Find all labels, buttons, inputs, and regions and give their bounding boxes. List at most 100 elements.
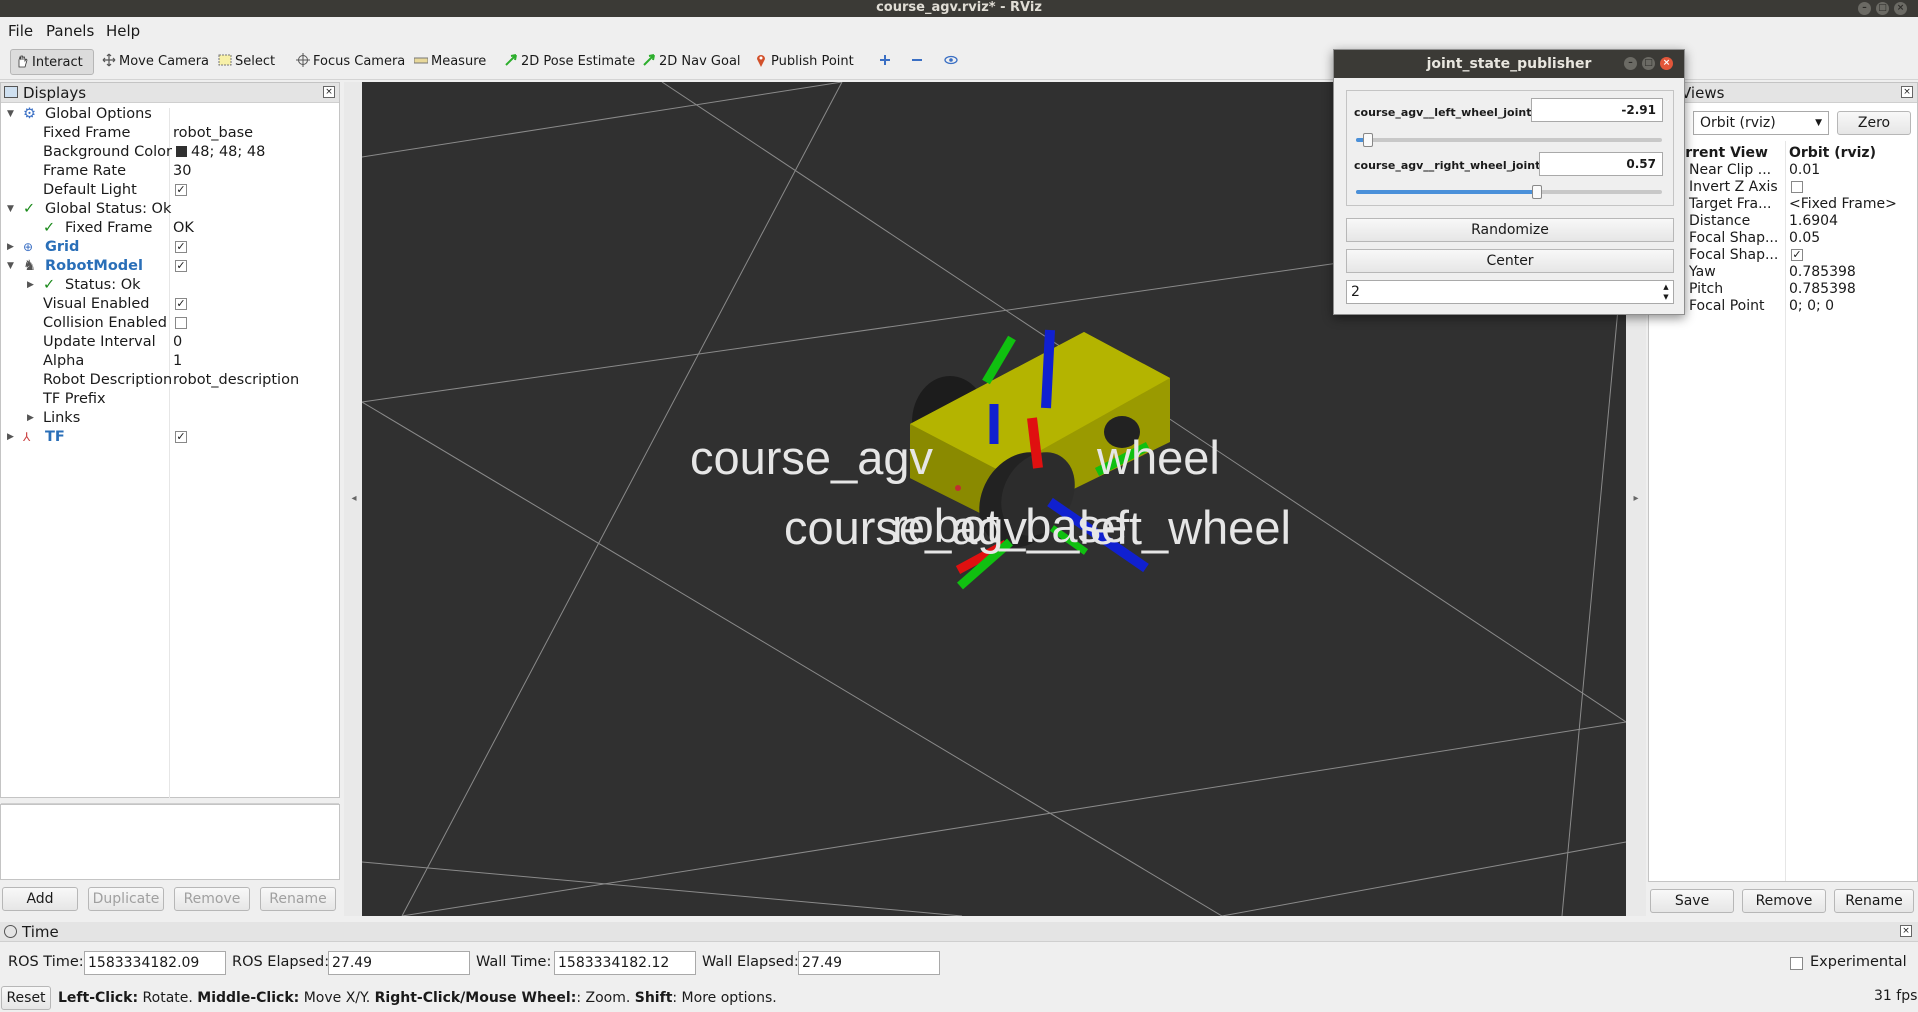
publish-point-tool-button[interactable]: Publish Point: [750, 49, 858, 75]
tree-row-visual-enabled[interactable]: Visual Enabled ✓: [1, 295, 339, 314]
remove-tool-button[interactable]: [906, 49, 931, 75]
checkbox-checked[interactable]: ✓: [175, 431, 187, 443]
duplicate-display-button[interactable]: Duplicate: [88, 887, 164, 911]
tree-value[interactable]: robot_base: [173, 124, 253, 143]
left-wheel-slider[interactable]: [1356, 133, 1662, 147]
plus-icon: [880, 55, 890, 65]
close-icon[interactable]: ×: [1894, 2, 1907, 15]
checkbox-checked[interactable]: ✓: [175, 298, 187, 310]
select-tool-button[interactable]: Select: [214, 49, 279, 75]
rename-display-button[interactable]: Rename: [260, 887, 336, 911]
expand-arrow-icon[interactable]: ▼: [7, 257, 14, 276]
color-value[interactable]: 48; 48; 48: [176, 143, 265, 162]
tree-row-update-interval[interactable]: Update Interval 0: [1, 333, 339, 352]
tree-row-robotmodel[interactable]: ▼ ♞ RobotModel ✓: [1, 257, 339, 276]
view-prop-value[interactable]: 0.01: [1789, 162, 1820, 179]
menu-panels[interactable]: Panels: [46, 22, 94, 40]
tree-row-tf-prefix[interactable]: TF Prefix: [1, 390, 339, 409]
menu-help[interactable]: Help: [106, 22, 140, 40]
view-prop-value[interactable]: 0.785398: [1789, 281, 1856, 298]
slider-handle[interactable]: [1363, 133, 1373, 147]
right-wheel-joint-value[interactable]: 0.57: [1539, 152, 1663, 176]
tree-row-frame-rate[interactable]: Frame Rate 30: [1, 162, 339, 181]
nav-goal-tool-button[interactable]: 2D Nav Goal: [638, 49, 745, 75]
left-wheel-joint-value[interactable]: -2.91: [1531, 98, 1663, 122]
collapse-left-handle[interactable]: ◂: [344, 82, 364, 916]
view-prop-value[interactable]: 0.05: [1789, 230, 1820, 247]
expand-arrow-icon[interactable]: ▶: [27, 409, 34, 428]
zero-button[interactable]: Zero: [1837, 111, 1911, 135]
save-view-button[interactable]: Save: [1650, 889, 1734, 913]
tree-row-global-options[interactable]: ▼ ⚙ Global Options: [1, 105, 339, 124]
monitor-icon: [4, 86, 18, 98]
ros-elapsed-field[interactable]: 27.49: [328, 951, 470, 975]
tree-value[interactable]: 0: [173, 333, 182, 352]
tree-row-collision-enabled[interactable]: Collision Enabled: [1, 314, 339, 333]
wall-time-field[interactable]: 1583334182.12: [554, 951, 696, 975]
remove-view-button[interactable]: Remove: [1742, 889, 1826, 913]
ros-time-field[interactable]: 1583334182.09: [84, 951, 226, 975]
spin-box[interactable]: 2 ▲ ▼: [1346, 280, 1674, 304]
tree-row-background-color[interactable]: Background Color 48; 48; 48: [1, 143, 339, 162]
focus-camera-tool-button[interactable]: Focus Camera: [292, 49, 409, 75]
tool-properties-button[interactable]: [940, 49, 965, 75]
expand-arrow-icon[interactable]: ▶: [27, 276, 34, 295]
tree-row-tf[interactable]: ▶ ⅄ TF ✓: [1, 428, 339, 447]
right-wheel-slider[interactable]: [1356, 185, 1662, 199]
expand-arrow-icon[interactable]: ▼: [7, 200, 14, 219]
experimental-checkbox[interactable]: [1790, 957, 1803, 970]
move-camera-tool-button[interactable]: Move Camera: [98, 49, 213, 75]
tree-row-fixed-frame-status[interactable]: ✓ Fixed Frame OK: [1, 219, 339, 238]
maximize-icon[interactable]: □: [1642, 57, 1655, 70]
tree-row-status[interactable]: ▶ ✓ Status: Ok: [1, 276, 339, 295]
wall-elapsed-field[interactable]: 27.49: [798, 951, 940, 975]
add-tool-button[interactable]: [874, 49, 899, 75]
checkbox-checked[interactable]: ✓: [1791, 249, 1803, 261]
tree-row-default-light[interactable]: Default Light ✓: [1, 181, 339, 200]
tree-value[interactable]: robot_description: [173, 371, 299, 390]
maximize-icon[interactable]: □: [1876, 2, 1889, 15]
expand-arrow-icon[interactable]: ▶: [7, 238, 14, 257]
minimize-icon[interactable]: –: [1624, 57, 1637, 70]
slider-handle[interactable]: [1532, 185, 1542, 199]
rename-view-button[interactable]: Rename: [1834, 889, 1914, 913]
tree-row-robot-description[interactable]: Robot Description robot_description: [1, 371, 339, 390]
checkbox-unchecked[interactable]: [175, 317, 187, 329]
tree-row-alpha[interactable]: Alpha 1: [1, 352, 339, 371]
tree-row-grid[interactable]: ▶ ⊕ Grid ✓: [1, 238, 339, 257]
view-type-dropdown[interactable]: Orbit (rviz) ▼: [1693, 111, 1829, 135]
spin-arrows-icon[interactable]: ▲ ▼: [1661, 282, 1671, 302]
view-prop-value[interactable]: 0; 0; 0: [1789, 298, 1834, 315]
time-panel: Time × ROS Time: 1583334182.09 ROS Elaps…: [0, 922, 1918, 1012]
tree-label: Grid: [45, 239, 80, 255]
close-icon[interactable]: ×: [1900, 925, 1912, 937]
close-icon[interactable]: ×: [1901, 86, 1913, 98]
expand-arrow-icon[interactable]: ▶: [7, 428, 14, 447]
pose-estimate-tool-button[interactable]: 2D Pose Estimate: [500, 49, 639, 75]
view-prop-value[interactable]: <Fixed Frame>: [1789, 196, 1897, 213]
tree-row-global-status[interactable]: ▼ ✓ Global Status: Ok: [1, 200, 339, 219]
menu-file[interactable]: File: [8, 22, 33, 40]
remove-display-button[interactable]: Remove: [174, 887, 250, 911]
view-prop-value[interactable]: 0.785398: [1789, 264, 1856, 281]
view-prop-value[interactable]: 1.6904: [1789, 213, 1838, 230]
green-arrow-icon: [505, 54, 517, 66]
interact-tool-button[interactable]: Interact: [10, 49, 94, 75]
tree-row-fixed-frame[interactable]: Fixed Frame robot_base: [1, 124, 339, 143]
randomize-button[interactable]: Randomize: [1346, 218, 1674, 242]
checkbox-checked[interactable]: ✓: [175, 241, 187, 253]
checkbox-checked[interactable]: ✓: [175, 184, 187, 196]
center-button[interactable]: Center: [1346, 249, 1674, 273]
minimize-icon[interactable]: –: [1858, 2, 1871, 15]
tree-value[interactable]: 1: [173, 352, 182, 371]
expand-arrow-icon[interactable]: ▼: [7, 105, 14, 124]
reset-button[interactable]: Reset: [1, 986, 51, 1010]
tree-row-links[interactable]: ▶ Links: [1, 409, 339, 428]
close-icon[interactable]: ×: [323, 86, 335, 98]
measure-tool-button[interactable]: Measure: [410, 49, 490, 75]
add-display-button[interactable]: Add: [2, 887, 78, 911]
close-icon[interactable]: ×: [1660, 57, 1673, 70]
tree-value[interactable]: 30: [173, 162, 191, 181]
checkbox-unchecked[interactable]: [1791, 181, 1803, 193]
checkbox-checked[interactable]: ✓: [175, 260, 187, 272]
